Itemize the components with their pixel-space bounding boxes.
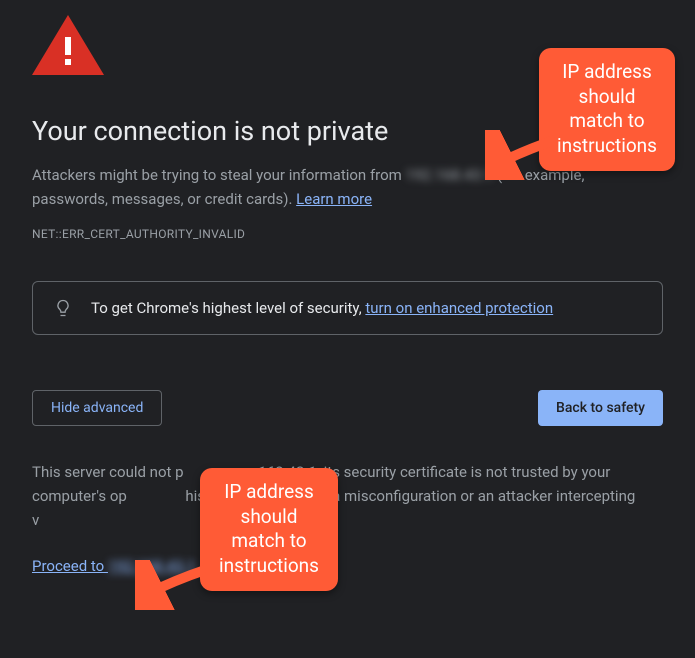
learn-more-link[interactable]: Learn more: [296, 190, 372, 208]
warning-triangle-icon: [32, 15, 104, 75]
arrow-icon-1: [485, 130, 565, 180]
arrow-icon-2: [135, 560, 215, 610]
callout-annotation-2: IP address should match to instructions: [200, 468, 338, 591]
info-box-text: To get Chrome's highest level of securit…: [91, 299, 553, 317]
detail-prefix: This server could not p: [32, 463, 184, 481]
detail-text: This server could not prove that it.168.…: [32, 460, 663, 532]
button-row: Hide advanced Back to safety: [32, 390, 663, 426]
error-code: NET::ERR_CERT_AUTHORITY_INVALID: [32, 227, 663, 241]
enhanced-protection-box: To get Chrome's highest level of securit…: [32, 281, 663, 335]
proceed-prefix: Proceed to: [32, 557, 108, 575]
warning-prefix: Attackers might be trying to steal your …: [32, 166, 406, 184]
back-to-safety-button[interactable]: Back to safety: [538, 390, 663, 426]
enhanced-protection-link[interactable]: turn on enhanced protection: [365, 299, 553, 317]
lightbulb-icon: [53, 298, 73, 318]
blurred-ip-top: 192.168.43.1: [406, 166, 494, 184]
hide-advanced-button[interactable]: Hide advanced: [32, 390, 162, 426]
info-prefix: To get Chrome's highest level of securit…: [91, 299, 365, 317]
